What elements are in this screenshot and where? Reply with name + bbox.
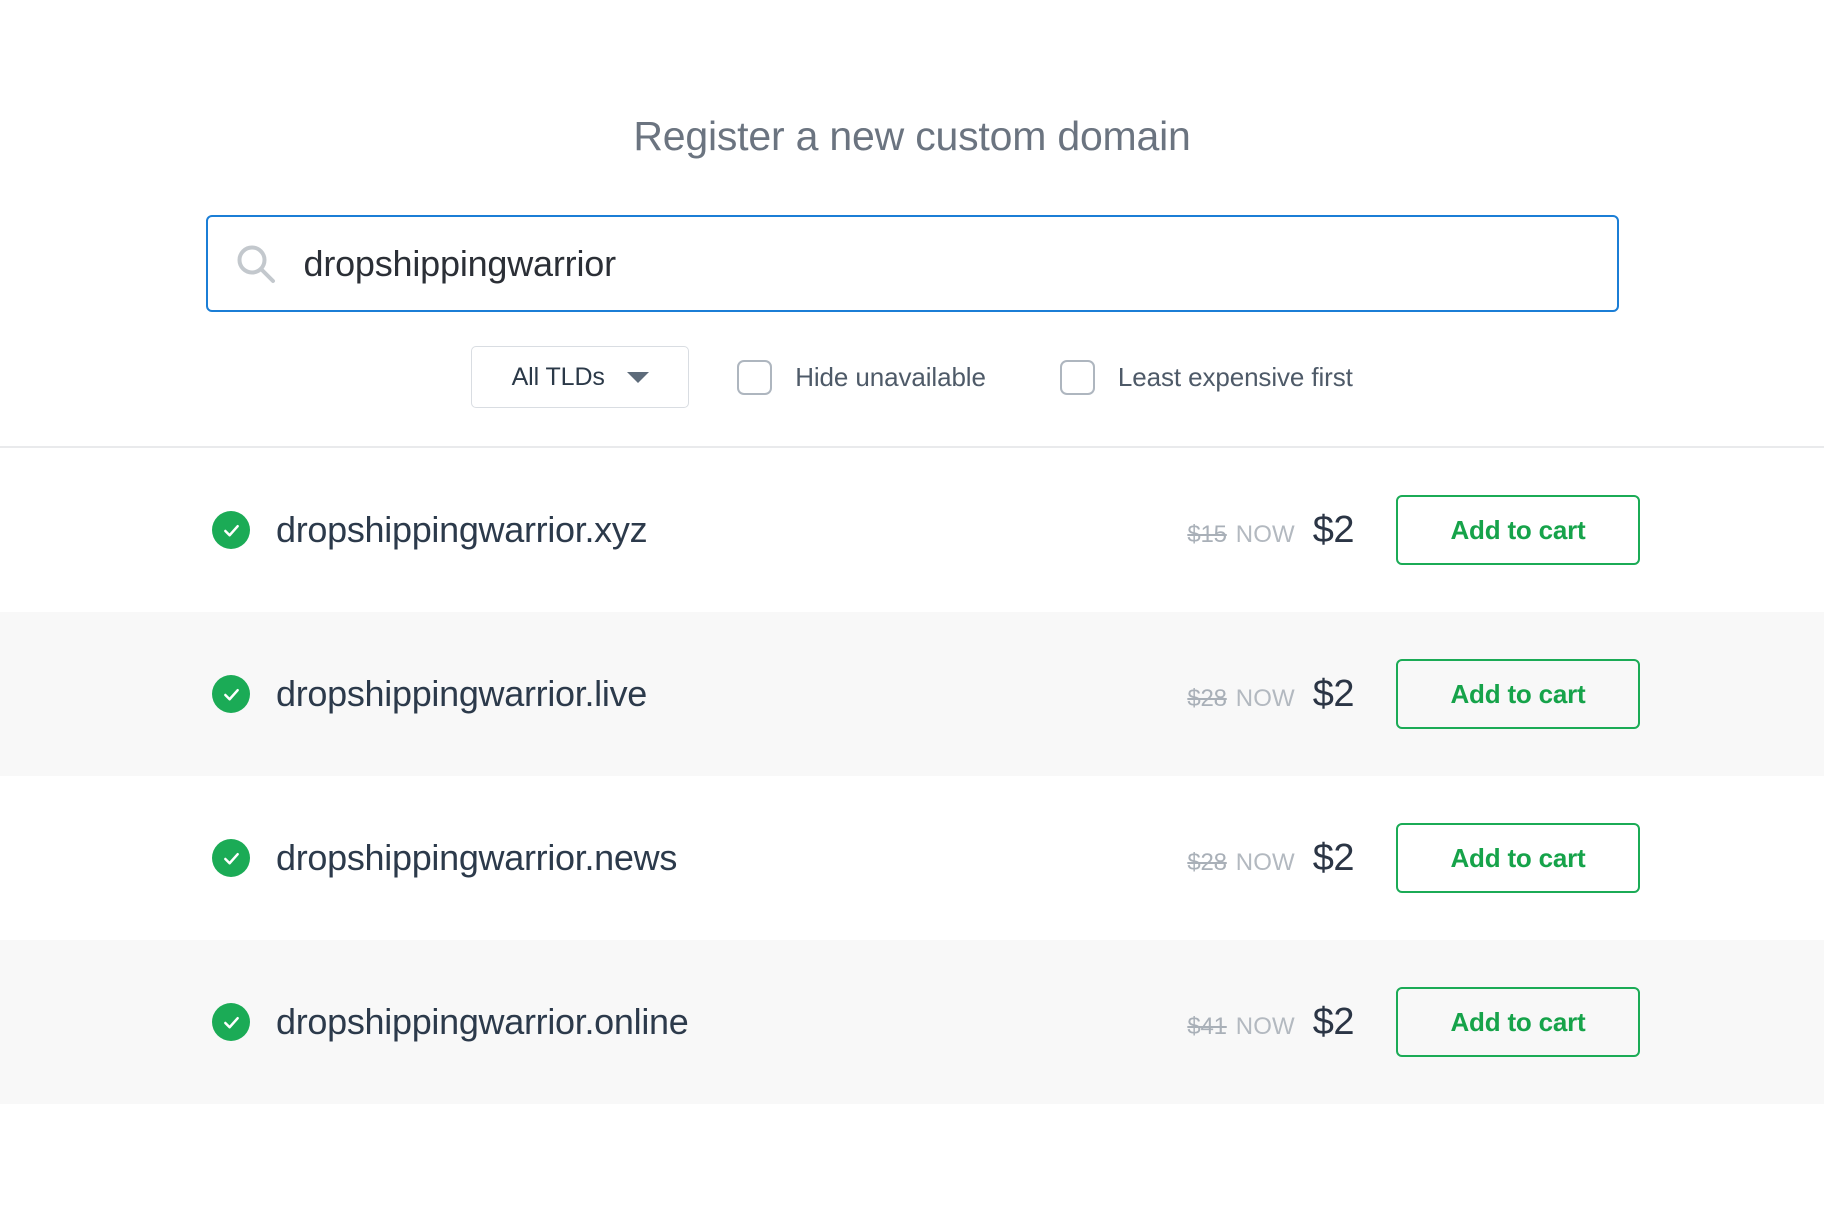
row-actions: $41 NOW $2 Add to cart — [1154, 987, 1640, 1057]
domain-name: dropshippingwarrior.news — [276, 837, 677, 879]
price-now-label: NOW — [1236, 849, 1295, 877]
domain-search-page: Register a new custom domain All TLDs Hi… — [0, 0, 1824, 1215]
table-row[interactable]: dropshippingwarrior.xyz $15 NOW $2 Add t… — [0, 448, 1824, 612]
search-input[interactable] — [304, 234, 1617, 294]
price-now-label: NOW — [1236, 521, 1295, 549]
row-actions: $28 NOW $2 Add to cart — [1154, 823, 1640, 893]
check-circle-icon — [212, 1003, 250, 1041]
filter-row: All TLDs Hide unavailable Least expensiv… — [0, 346, 1824, 446]
price-current: $2 — [1313, 509, 1354, 552]
search-icon — [234, 242, 278, 286]
price-current: $2 — [1313, 837, 1354, 880]
check-circle-icon — [212, 839, 250, 877]
price-block: $28 NOW $2 — [1154, 837, 1354, 880]
domain-name: dropshippingwarrior.xyz — [276, 509, 647, 551]
domain-name: dropshippingwarrior.live — [276, 673, 647, 715]
price-current: $2 — [1313, 673, 1354, 716]
hide-unavailable-checkbox-box[interactable] — [737, 360, 772, 395]
least-expensive-first-label: Least expensive first — [1118, 362, 1353, 393]
check-circle-icon — [212, 675, 250, 713]
least-expensive-first-checkbox[interactable]: Least expensive first — [1060, 360, 1353, 395]
price-original: $28 — [1187, 685, 1226, 713]
page-title: Register a new custom domain — [0, 112, 1824, 161]
tld-filter-dropdown[interactable]: All TLDs — [471, 346, 689, 408]
table-row[interactable]: dropshippingwarrior.news $28 NOW $2 Add … — [0, 776, 1824, 940]
price-block: $28 NOW $2 — [1154, 673, 1354, 716]
price-original: $15 — [1187, 521, 1226, 549]
add-to-cart-button[interactable]: Add to cart — [1396, 823, 1640, 893]
row-actions: $15 NOW $2 Add to cart — [1154, 495, 1640, 565]
table-row[interactable]: dropshippingwarrior.live $28 NOW $2 Add … — [0, 612, 1824, 776]
domain-name: dropshippingwarrior.online — [276, 1001, 688, 1043]
search-header: Register a new custom domain All TLDs Hi… — [0, 0, 1824, 446]
price-now-label: NOW — [1236, 1013, 1295, 1041]
tld-filter-label: All TLDs — [512, 363, 605, 392]
add-to-cart-button[interactable]: Add to cart — [1396, 659, 1640, 729]
domain-results-list: dropshippingwarrior.xyz $15 NOW $2 Add t… — [0, 448, 1824, 1104]
price-current: $2 — [1313, 1001, 1354, 1044]
chevron-down-icon — [627, 372, 649, 383]
check-circle-icon — [212, 511, 250, 549]
add-to-cart-button[interactable]: Add to cart — [1396, 495, 1640, 565]
least-expensive-first-checkbox-box[interactable] — [1060, 360, 1095, 395]
price-original: $28 — [1187, 849, 1226, 877]
price-now-label: NOW — [1236, 685, 1295, 713]
price-block: $41 NOW $2 — [1154, 1001, 1354, 1044]
price-block: $15 NOW $2 — [1154, 509, 1354, 552]
add-to-cart-button[interactable]: Add to cart — [1396, 987, 1640, 1057]
domain-search-bar[interactable] — [206, 215, 1619, 312]
hide-unavailable-checkbox[interactable]: Hide unavailable — [737, 360, 986, 395]
hide-unavailable-label: Hide unavailable — [795, 362, 986, 393]
price-original: $41 — [1187, 1013, 1226, 1041]
row-actions: $28 NOW $2 Add to cart — [1154, 659, 1640, 729]
table-row[interactable]: dropshippingwarrior.online $41 NOW $2 Ad… — [0, 940, 1824, 1104]
